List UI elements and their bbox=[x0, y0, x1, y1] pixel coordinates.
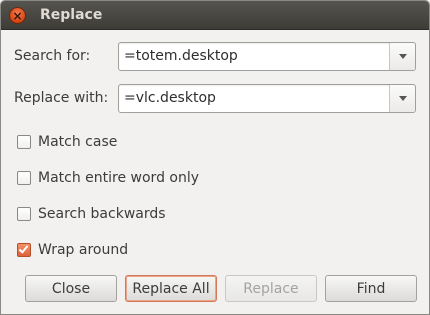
match-entire-word-checkbox[interactable] bbox=[17, 171, 31, 185]
match-case-label: Match case bbox=[38, 134, 118, 150]
search-combobox[interactable]: =totem.desktop bbox=[118, 42, 416, 71]
window-title: Replace bbox=[40, 7, 103, 23]
replace-dropdown-button[interactable] bbox=[389, 85, 415, 112]
replace-combobox[interactable]: =vlc.desktop bbox=[118, 84, 416, 113]
search-backwards-label: Search backwards bbox=[38, 206, 166, 222]
chevron-down-icon bbox=[399, 96, 407, 101]
match-entire-word-label: Match entire word only bbox=[38, 170, 200, 186]
replace-input[interactable]: =vlc.desktop bbox=[124, 90, 216, 106]
replace-all-button[interactable]: Replace All bbox=[125, 275, 217, 302]
chevron-down-icon bbox=[399, 54, 407, 59]
match-case-checkbox[interactable] bbox=[17, 135, 31, 149]
close-button[interactable]: Close bbox=[25, 275, 117, 302]
replace-label: Replace with: bbox=[14, 90, 109, 106]
replace-dialog: × Replace Search for: =totem.desktop Rep… bbox=[0, 0, 430, 315]
find-button[interactable]: Find bbox=[325, 275, 417, 302]
wrap-around-label: Wrap around bbox=[38, 242, 129, 258]
title-bar[interactable]: × Replace bbox=[1, 1, 429, 30]
search-input[interactable]: =totem.desktop bbox=[124, 48, 238, 64]
replace-button[interactable]: Replace bbox=[225, 275, 317, 302]
wrap-around-checkbox[interactable] bbox=[17, 243, 31, 257]
checkmark-icon bbox=[18, 243, 29, 254]
search-backwards-checkbox[interactable] bbox=[17, 207, 31, 221]
search-label: Search for: bbox=[14, 48, 91, 64]
search-dropdown-button[interactable] bbox=[389, 43, 415, 70]
window-close-icon[interactable]: × bbox=[9, 7, 26, 24]
